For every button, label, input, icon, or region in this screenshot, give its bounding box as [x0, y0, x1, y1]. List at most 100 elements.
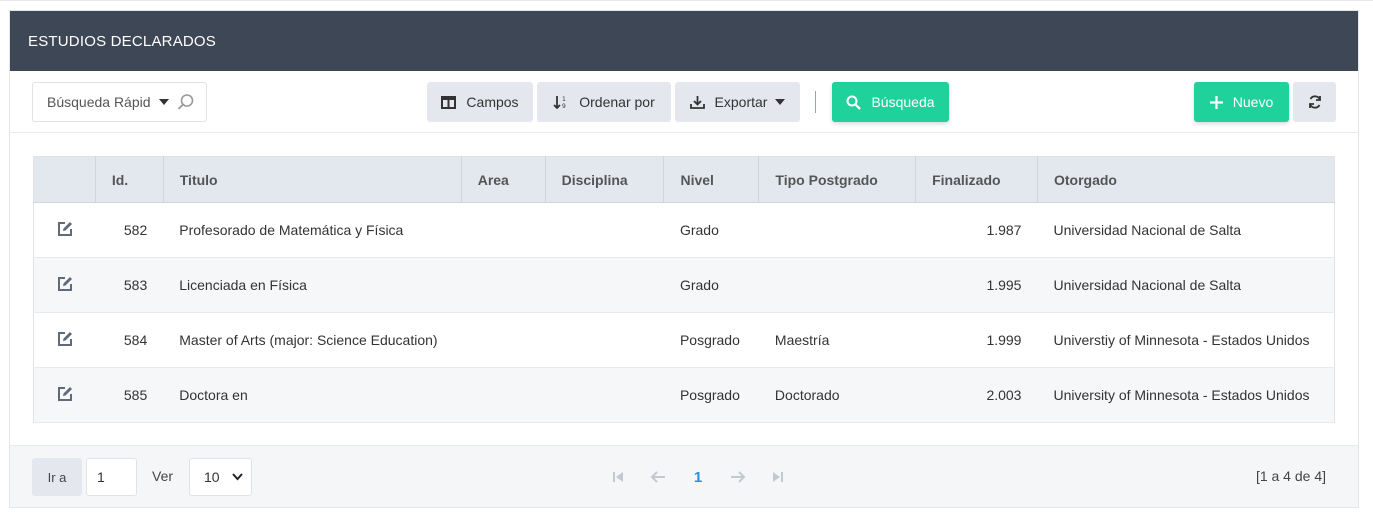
table-header-row: Id. Titulo Area Disciplina Nivel Tipo Po… [33, 156, 1335, 203]
svg-text:1: 1 [562, 96, 566, 103]
edit-cell [33, 257, 96, 313]
cell-nivel: Grado [663, 257, 759, 313]
toolbar-divider [815, 91, 816, 113]
page: ESTUDIOS DECLARADOS Búsqueda Rápida Camp… [0, 0, 1373, 513]
page-size-select[interactable]: 10 [189, 458, 252, 496]
records-summary: [1 a 4 de 4] [1255, 468, 1326, 484]
cell-finalizado: 2.003 [915, 367, 1038, 423]
cell-disciplina [545, 312, 664, 368]
svg-text:9: 9 [562, 103, 566, 109]
cell-finalizado: 1.995 [915, 257, 1038, 313]
sort-button[interactable]: 1 9 Ordenar por [537, 82, 671, 122]
search-icon[interactable] [177, 93, 195, 111]
search-icon [846, 95, 862, 110]
table-row[interactable]: 584 Master of Arts (major: Science Educat… [33, 312, 1335, 368]
columns-icon [441, 95, 457, 109]
search-button[interactable]: Búsqueda [832, 82, 949, 122]
cell-id: 582 [95, 202, 164, 258]
edit-cell [33, 312, 96, 368]
column-header-disciplina[interactable]: Disciplina [545, 156, 665, 203]
new-label: Nuevo [1232, 94, 1274, 110]
goto-button[interactable]: Ir a [32, 458, 82, 496]
export-button[interactable]: Exportar [675, 82, 800, 122]
edit-icon[interactable] [56, 275, 74, 293]
edit-icon[interactable] [56, 330, 74, 348]
cell-nivel: Grado [663, 202, 759, 258]
column-header-actions [33, 156, 96, 203]
toolbar: Búsqueda Rápida Campos 1 9 Ordenar por E… [10, 71, 1358, 133]
table-row[interactable]: 585 Doctora en Posgrado Doctorado 2.003 Unive… [33, 367, 1335, 423]
page-number-input[interactable] [86, 458, 137, 496]
page-size-value: 10 [204, 469, 220, 485]
quick-search-input[interactable]: Búsqueda Rápida [32, 82, 207, 122]
cell-area [461, 257, 546, 313]
panel-header: ESTUDIOS DECLARADOS [10, 11, 1358, 71]
column-header-nivel[interactable]: Nivel [663, 156, 760, 203]
cell-disciplina [545, 257, 664, 313]
cell-area [461, 312, 546, 368]
edit-cell [33, 367, 96, 423]
cell-titulo: Doctora en [163, 367, 462, 423]
cell-otorgado: Universidad Nacional de Salta [1037, 202, 1335, 258]
cell-tipo-postgrado [758, 257, 916, 313]
cell-otorgado: Universidad Nacional de Salta [1037, 257, 1335, 313]
cell-titulo: Master of Arts (major: Science Education… [163, 312, 462, 368]
column-header-area[interactable]: Area [461, 156, 546, 203]
cell-titulo: Profesorado de Matemática y Física [163, 202, 462, 258]
refresh-button[interactable] [1293, 82, 1336, 122]
cell-otorgado: University of Minnesota - Estados Unidos [1037, 367, 1335, 423]
table-row[interactable]: 583 Licenciada en Física Grado 1.995 Univers… [33, 257, 1335, 313]
column-header-finalizado[interactable]: Finalizado [915, 156, 1038, 203]
column-header-otorgado[interactable]: Otorgado [1037, 156, 1335, 203]
cell-area [461, 367, 546, 423]
cell-nivel: Posgrado [663, 367, 759, 423]
search-label: Búsqueda [871, 94, 935, 110]
edit-cell [33, 202, 96, 258]
cell-finalizado: 1.999 [915, 312, 1038, 368]
top-divider [0, 0, 1373, 10]
pager: 1 [598, 466, 798, 488]
cell-id: 583 [95, 257, 164, 313]
edit-icon[interactable] [56, 385, 74, 403]
caret-down-icon [775, 99, 786, 105]
current-page[interactable]: 1 [678, 466, 718, 488]
sort-label: Ordenar por [579, 94, 655, 110]
table-container: Id. Titulo Area Disciplina Nivel Tipo Po… [10, 133, 1358, 445]
new-button[interactable]: Nuevo [1194, 82, 1289, 122]
table-row[interactable]: 582 Profesorado de Matemática y Física Gra… [33, 202, 1335, 258]
first-page-icon[interactable] [598, 466, 638, 488]
prev-page-icon[interactable] [638, 466, 678, 488]
export-label: Exportar [714, 94, 768, 110]
goto-label: Ir a [47, 469, 67, 485]
column-header-tipo-postgrado[interactable]: Tipo Postgrado [758, 156, 917, 203]
fields-button[interactable]: Campos [427, 82, 533, 122]
cell-otorgado: Universtiy of Minnesota - Estados Unidos [1037, 312, 1335, 368]
column-header-titulo[interactable]: Titulo [163, 156, 462, 203]
download-icon [689, 96, 705, 109]
cell-finalizado: 1.987 [915, 202, 1038, 258]
sort-icon: 1 9 [553, 96, 566, 109]
next-page-icon[interactable] [718, 466, 758, 488]
cell-disciplina [545, 367, 664, 423]
cell-nivel: Posgrado [663, 312, 759, 368]
cell-tipo-postgrado: Maestría [758, 312, 916, 368]
panel-title: ESTUDIOS DECLARADOS [28, 32, 217, 50]
cell-area [461, 202, 546, 258]
cell-disciplina [545, 202, 664, 258]
fields-label: Campos [466, 94, 519, 110]
cell-tipo-postgrado: Doctorado [758, 367, 916, 423]
plus-icon [1209, 95, 1223, 109]
caret-down-icon[interactable] [159, 99, 169, 105]
refresh-icon [1308, 95, 1321, 109]
pagination-footer: Ir a Ver 10 1 [10, 445, 1358, 507]
studies-table: Id. Titulo Area Disciplina Nivel Tipo Po… [33, 156, 1335, 423]
studies-panel: ESTUDIOS DECLARADOS Búsqueda Rápida Camp… [9, 10, 1359, 508]
edit-icon[interactable] [56, 220, 74, 238]
cell-titulo: Licenciada en Física [163, 257, 462, 313]
view-label: Ver [152, 468, 174, 484]
quick-search-placeholder: Búsqueda Rápida [47, 94, 151, 110]
chevron-down-icon [231, 473, 243, 481]
cell-id: 584 [95, 312, 164, 368]
column-header-id[interactable]: Id. [95, 156, 164, 203]
last-page-icon[interactable] [758, 466, 798, 488]
